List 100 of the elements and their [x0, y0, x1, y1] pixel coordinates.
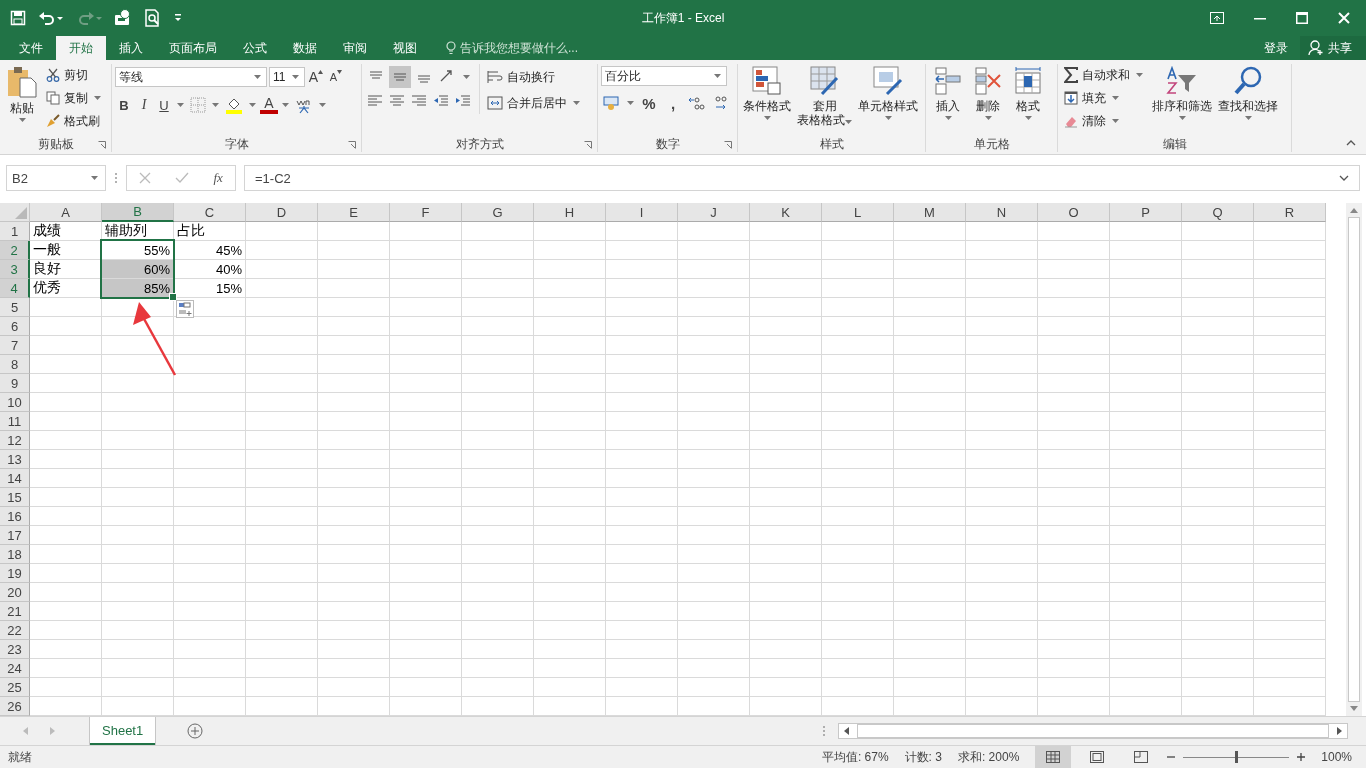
collapse-ribbon-icon[interactable]: [1346, 140, 1356, 146]
column-header[interactable]: P: [1110, 203, 1182, 222]
expand-icon[interactable]: [1339, 175, 1349, 181]
normal-view-button[interactable]: [1035, 746, 1072, 768]
ribbon-display-icon[interactable]: [1210, 12, 1224, 24]
print-preview-icon[interactable]: [144, 9, 162, 27]
name-box[interactable]: B2: [6, 165, 106, 191]
row-header[interactable]: 13: [0, 450, 30, 469]
row-header[interactable]: 23: [0, 640, 30, 659]
column-header[interactable]: M: [894, 203, 966, 222]
conditional-formatting-button[interactable]: 条件格式: [741, 64, 793, 122]
ribbon-tab[interactable]: 文件: [6, 36, 56, 60]
share-button[interactable]: 共享: [1300, 36, 1366, 60]
save-icon[interactable]: [10, 10, 26, 26]
dialog-launcher-icon[interactable]: [98, 141, 106, 149]
row-header[interactable]: 16: [0, 507, 30, 526]
sort-filter-button[interactable]: 排序和筛选: [1150, 64, 1214, 122]
format-as-table-button[interactable]: 套用 表格格式: [795, 64, 854, 129]
ribbon-tab[interactable]: 视图: [380, 36, 430, 60]
increase-indent-icon[interactable]: [455, 94, 471, 108]
row-header[interactable]: 22: [0, 621, 30, 640]
font-size-dropdown[interactable]: 11: [269, 67, 305, 87]
row-header[interactable]: 15: [0, 488, 30, 507]
column-header[interactable]: D: [246, 203, 318, 222]
ribbon-tab[interactable]: 审阅: [330, 36, 380, 60]
wrap-text-button[interactable]: 自动换行: [484, 66, 585, 88]
row-header[interactable]: 2: [0, 241, 30, 260]
align-center-icon[interactable]: [389, 94, 405, 108]
dialog-launcher-icon[interactable]: [724, 141, 732, 149]
right-arrow-icon[interactable]: [1337, 727, 1343, 735]
add-sheet-icon[interactable]: [187, 723, 204, 739]
column-header[interactable]: K: [750, 203, 822, 222]
format-painter-button[interactable]: 格式刷: [43, 110, 106, 132]
font-color-button[interactable]: A: [260, 96, 278, 114]
column-header[interactable]: G: [462, 203, 534, 222]
scrollbar-thumb[interactable]: [857, 724, 1329, 738]
row-header[interactable]: 25: [0, 678, 30, 697]
row-header[interactable]: 7: [0, 336, 30, 355]
column-header[interactable]: O: [1038, 203, 1110, 222]
left-arrow-icon[interactable]: [843, 727, 849, 735]
row-header[interactable]: 26: [0, 697, 30, 716]
align-left-icon[interactable]: [367, 94, 383, 108]
column-header[interactable]: C: [174, 203, 246, 222]
row-header[interactable]: 20: [0, 583, 30, 602]
decrease-font-button[interactable]: A: [327, 66, 345, 88]
comma-button[interactable]: ,: [662, 92, 684, 114]
zoom-in-icon[interactable]: [1297, 753, 1306, 761]
down-arrow-icon[interactable]: [1350, 706, 1358, 712]
fill-color-icon[interactable]: [225, 96, 243, 114]
column-header[interactable]: I: [606, 203, 678, 222]
column-header[interactable]: F: [390, 203, 462, 222]
align-right-icon[interactable]: [411, 94, 427, 108]
fill-button[interactable]: 填充: [1061, 87, 1148, 109]
clear-button[interactable]: 清除: [1061, 110, 1148, 132]
column-header[interactable]: A: [30, 203, 102, 222]
autosum-button[interactable]: 自动求和: [1061, 64, 1148, 86]
insert-function-button[interactable]: fx: [213, 170, 223, 186]
decrease-decimal-icon[interactable]: [712, 95, 730, 111]
check-icon[interactable]: [175, 172, 190, 184]
column-header[interactable]: L: [822, 203, 894, 222]
row-header[interactable]: 21: [0, 602, 30, 621]
column-header[interactable]: N: [966, 203, 1038, 222]
copy-button[interactable]: 复制: [43, 87, 106, 109]
number-format-dropdown[interactable]: 百分比: [601, 66, 727, 86]
formula-field[interactable]: =1-C2: [244, 165, 1360, 191]
ribbon-tab[interactable]: 插入: [106, 36, 156, 60]
sheet-tab[interactable]: Sheet1: [90, 717, 156, 745]
row-header[interactable]: 9: [0, 374, 30, 393]
row-header[interactable]: 11: [0, 412, 30, 431]
row-header[interactable]: 24: [0, 659, 30, 678]
currency-icon[interactable]: [603, 95, 621, 111]
paste-button[interactable]: 粘贴: [3, 64, 41, 124]
ribbon-tab[interactable]: 开始: [56, 36, 106, 60]
row-header[interactable]: 3: [0, 260, 30, 279]
row-header[interactable]: 18: [0, 545, 30, 564]
row-header[interactable]: 1: [0, 222, 30, 241]
percent-button[interactable]: %: [638, 92, 660, 114]
row-header[interactable]: 6: [0, 317, 30, 336]
column-header[interactable]: Q: [1182, 203, 1254, 222]
column-header[interactable]: H: [534, 203, 606, 222]
zoom-out-icon[interactable]: [1167, 753, 1176, 761]
increase-font-button[interactable]: A: [307, 66, 325, 88]
column-header[interactable]: E: [318, 203, 390, 222]
font-name-dropdown[interactable]: 等线: [115, 67, 267, 87]
zoom-level[interactable]: 100%: [1321, 750, 1352, 764]
close-icon[interactable]: [1338, 12, 1350, 24]
row-header[interactable]: 12: [0, 431, 30, 450]
italic-button[interactable]: I: [135, 94, 153, 116]
row-header[interactable]: 14: [0, 469, 30, 488]
row-header[interactable]: 10: [0, 393, 30, 412]
decrease-indent-icon[interactable]: [433, 94, 449, 108]
ribbon-tab[interactable]: 公式: [230, 36, 280, 60]
horizontal-scrollbar[interactable]: [838, 723, 1348, 739]
undo-icon[interactable]: [38, 10, 64, 26]
row-header[interactable]: 19: [0, 564, 30, 583]
cut-button[interactable]: 剪切: [43, 64, 106, 86]
dialog-launcher-icon[interactable]: [584, 141, 592, 149]
dialog-launcher-icon[interactable]: [348, 141, 356, 149]
customize-toolbar-icon[interactable]: [174, 13, 182, 23]
vertical-scrollbar[interactable]: [1346, 203, 1362, 716]
